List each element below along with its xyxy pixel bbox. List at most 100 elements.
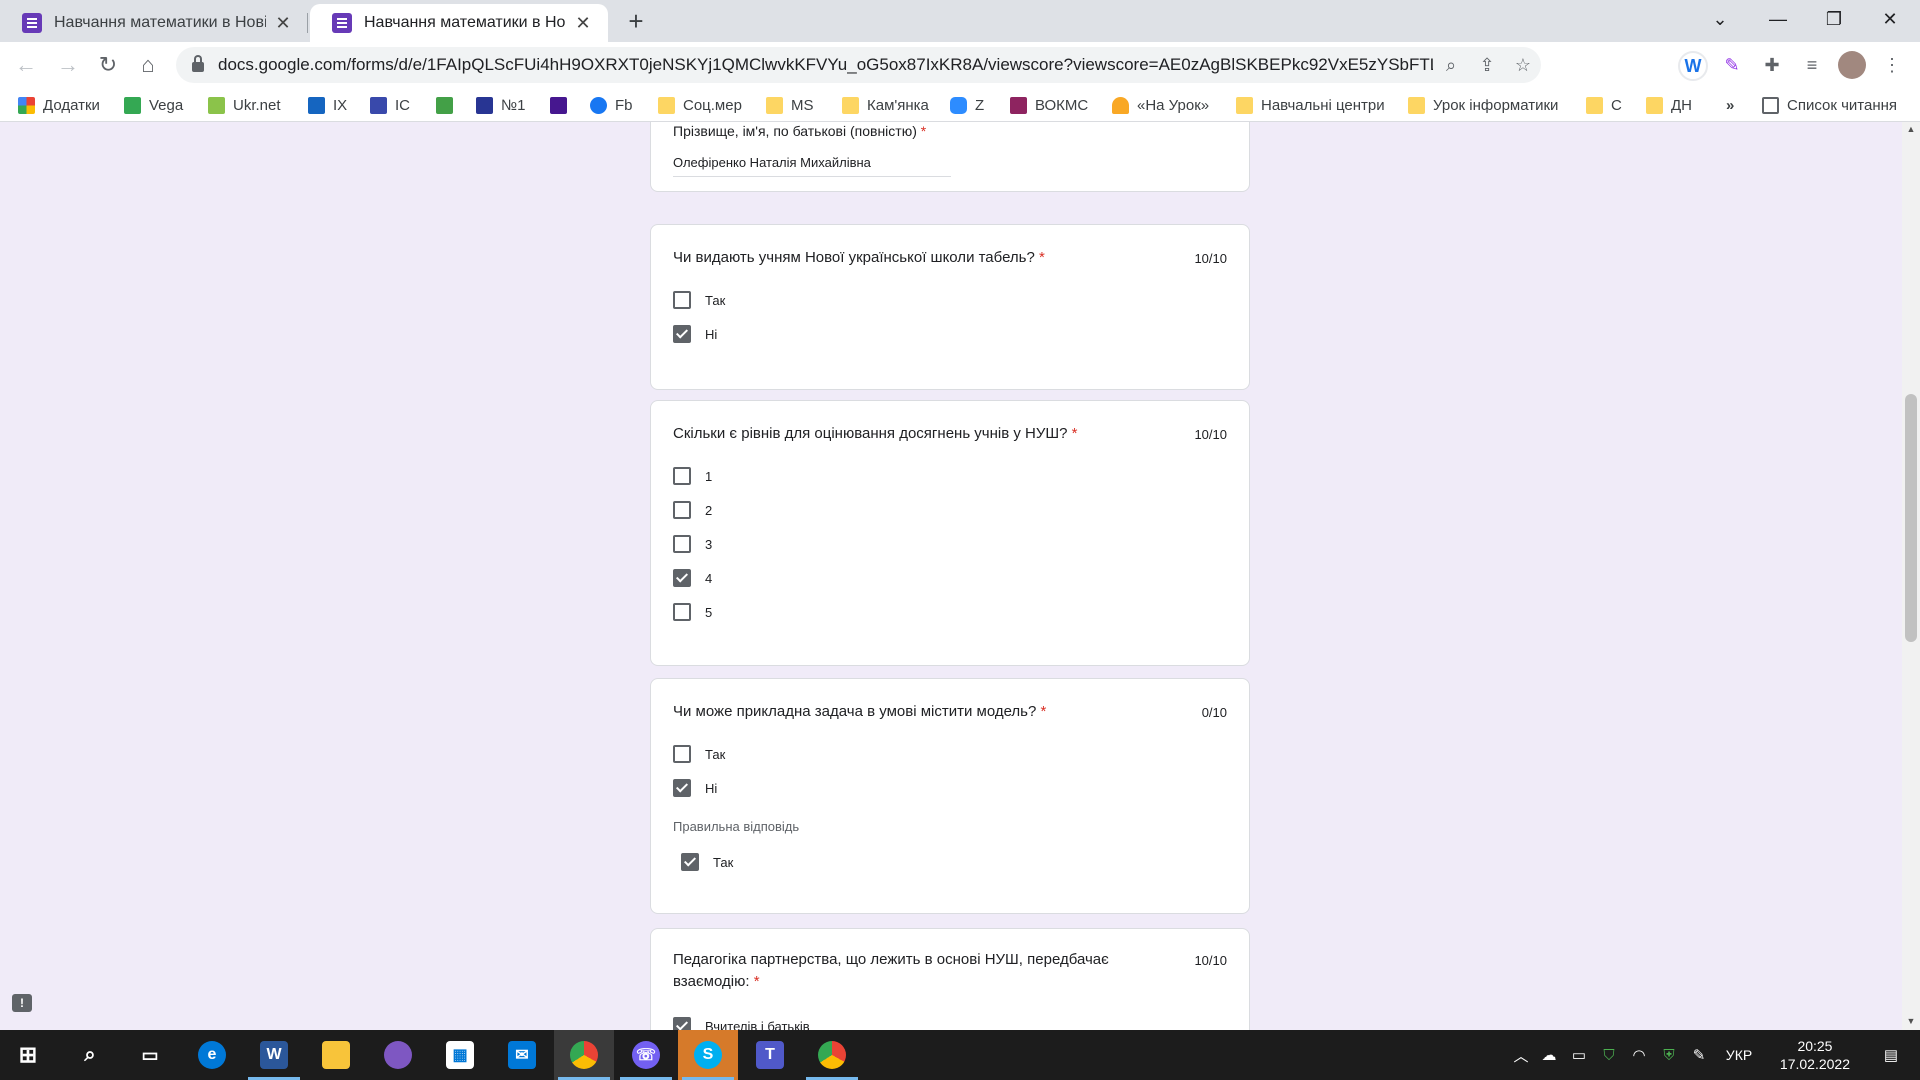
bookmark-folder-dn[interactable]: ДН	[1646, 94, 1692, 116]
option-2[interactable]: 2	[673, 501, 712, 519]
bookmark-ukrnet[interactable]: Ukr.net	[208, 94, 281, 116]
battery-icon[interactable]: ▭	[1564, 1046, 1594, 1064]
bookmarks-overflow-button[interactable]: »	[1726, 94, 1734, 116]
windows-logo-icon: ⊞	[18, 1042, 38, 1067]
checkbox-checked[interactable]	[673, 1017, 691, 1030]
scrollbar-thumb[interactable]	[1905, 394, 1917, 642]
address-bar[interactable]: docs.google.com/forms/d/e/1FAIpQLScFUi4h…	[176, 47, 1541, 83]
checkbox[interactable]	[673, 291, 691, 309]
wifi-icon[interactable]: ◠	[1624, 1046, 1654, 1064]
required-asterisk: *	[920, 123, 927, 139]
option-ni[interactable]: Ні	[673, 779, 717, 797]
bookmark-vega[interactable]: Vega	[124, 94, 183, 116]
pen-extension-icon[interactable]: ✎	[1718, 51, 1746, 79]
bookmark-kahoot[interactable]	[550, 94, 575, 116]
bookmark-folder-s[interactable]: С	[1586, 94, 1622, 116]
taskbar-chrome[interactable]	[554, 1030, 614, 1080]
bookmark-folder-navchalni-tsentry[interactable]: Навчальні центри	[1236, 94, 1385, 116]
bookmark-green-site[interactable]	[436, 94, 461, 116]
vega-icon	[124, 96, 141, 114]
back-arrow-icon[interactable]: ←	[10, 49, 42, 81]
bookmark-folder-urok-informatyky[interactable]: Урок інформатики	[1408, 94, 1558, 116]
extensions-puzzle-icon[interactable]: ✚	[1758, 51, 1786, 79]
pen-workspace-icon[interactable]: ✎	[1684, 1046, 1714, 1064]
language-indicator[interactable]: УКР	[1714, 1047, 1764, 1063]
media-control-icon[interactable]: ≡	[1798, 51, 1826, 79]
bookmark-n1[interactable]: №1	[476, 94, 525, 116]
defender-icon[interactable]: ⛨	[1654, 1047, 1684, 1064]
new-tab-button[interactable]: +	[622, 7, 650, 35]
taskbar-chrome-profile[interactable]	[802, 1030, 862, 1080]
scroll-up-arrow-icon[interactable]: ▲	[1902, 124, 1920, 138]
bookmark-star-icon[interactable]: ☆	[1505, 55, 1541, 76]
clock[interactable]: 20:25 17.02.2022	[1780, 1037, 1850, 1073]
bookmark-ix[interactable]: IX	[308, 94, 347, 116]
page-scrollbar[interactable]: ▲ ▼	[1902, 122, 1920, 1030]
option-tak[interactable]: Так	[673, 745, 725, 763]
security-shield-icon[interactable]: ⛉	[1594, 1047, 1624, 1064]
menu-kebab-icon[interactable]: ⋮	[1878, 51, 1906, 79]
checkbox[interactable]	[673, 535, 691, 553]
feedback-icon[interactable]: !	[12, 994, 32, 1012]
bookmark-facebook[interactable]: Fb	[590, 94, 633, 116]
share-icon[interactable]: ⇪	[1469, 55, 1505, 76]
option-1[interactable]: 1	[673, 467, 712, 485]
checkbox-checked[interactable]	[673, 779, 691, 797]
search-icon: ⌕	[84, 1043, 96, 1066]
url-text[interactable]: docs.google.com/forms/d/e/1FAIpQLScFUi4h…	[218, 55, 1433, 75]
bookmark-label: ДН	[1671, 96, 1692, 114]
checkbox[interactable]	[673, 501, 691, 519]
browser-tab-1[interactable]: Навчання математики в Новій у ✕	[0, 4, 308, 42]
checkbox-checked[interactable]	[673, 569, 691, 587]
bookmark-folder-kamianka[interactable]: Кам'янка	[842, 94, 929, 116]
notifications-icon[interactable]: ▤	[1876, 1030, 1906, 1080]
taskbar-paint[interactable]	[368, 1030, 428, 1080]
checkbox[interactable]	[673, 467, 691, 485]
taskbar-skype[interactable]: S	[678, 1030, 738, 1080]
taskbar-word[interactable]: W	[244, 1030, 304, 1080]
option-ni[interactable]: Ні	[673, 325, 717, 343]
option-5[interactable]: 5	[673, 603, 712, 621]
browser-tab-2[interactable]: Навчання математики в Новій у ✕	[310, 4, 608, 42]
restore-button[interactable]: ❐	[1806, 0, 1862, 40]
close-tab-icon[interactable]: ✕	[572, 13, 594, 34]
taskbar-file-explorer[interactable]	[306, 1030, 366, 1080]
w-extension-icon[interactable]: W	[1678, 51, 1708, 81]
start-button[interactable]: ⊞	[0, 1030, 56, 1080]
bookmark-zoom[interactable]: Z	[950, 94, 984, 116]
close-tab-icon[interactable]: ✕	[272, 13, 294, 34]
forward-arrow-icon[interactable]: →	[52, 49, 84, 81]
option-3[interactable]: 3	[673, 535, 712, 553]
taskbar-mail[interactable]: ✉	[492, 1030, 552, 1080]
search-button[interactable]: ⌕	[60, 1030, 120, 1080]
reading-list-button[interactable]: Список читання	[1762, 94, 1897, 116]
bookmark-folder-socmer[interactable]: Соц.мер	[658, 94, 742, 116]
option-tak[interactable]: Так	[673, 291, 725, 309]
taskbar-store[interactable]: ▦	[430, 1030, 490, 1080]
bookmark-naurok[interactable]: «На Урок»	[1112, 94, 1209, 116]
bookmark-ic[interactable]: IC	[370, 94, 410, 116]
bookmark-folder-ms[interactable]: MS	[766, 94, 814, 116]
option-vchyteliv-i-batkiv[interactable]: Вчителів і батьків	[673, 1017, 810, 1030]
task-view-button[interactable]: ▭	[120, 1030, 180, 1080]
bookmark-vokms[interactable]: ВОКМС	[1010, 94, 1088, 116]
bookmark-apps[interactable]: Додатки	[18, 94, 100, 116]
profile-avatar[interactable]	[1838, 51, 1866, 79]
tab-search-icon[interactable]: ⌄	[1692, 0, 1748, 40]
checkbox-checked[interactable]	[673, 325, 691, 343]
home-icon[interactable]: ⌂	[132, 49, 164, 81]
minimize-button[interactable]: —	[1750, 0, 1806, 40]
option-4[interactable]: 4	[673, 569, 712, 587]
checkbox[interactable]	[673, 745, 691, 763]
scroll-down-arrow-icon[interactable]: ▼	[1902, 1016, 1920, 1030]
zoom-magnifier-icon[interactable]: ⌕	[1433, 55, 1469, 76]
chevron-up-icon[interactable]: ︿	[1508, 1045, 1534, 1066]
taskbar-edge[interactable]: e	[182, 1030, 242, 1080]
reload-icon[interactable]: ↻	[92, 49, 124, 81]
onedrive-cloud-icon[interactable]: ☁	[1534, 1046, 1564, 1064]
close-window-button[interactable]: ✕	[1862, 0, 1918, 40]
question-text: Педагогіка партнерства, що лежить в осно…	[673, 951, 1109, 968]
taskbar-viber[interactable]: ☏	[616, 1030, 676, 1080]
checkbox[interactable]	[673, 603, 691, 621]
taskbar-teams[interactable]: T	[740, 1030, 800, 1080]
